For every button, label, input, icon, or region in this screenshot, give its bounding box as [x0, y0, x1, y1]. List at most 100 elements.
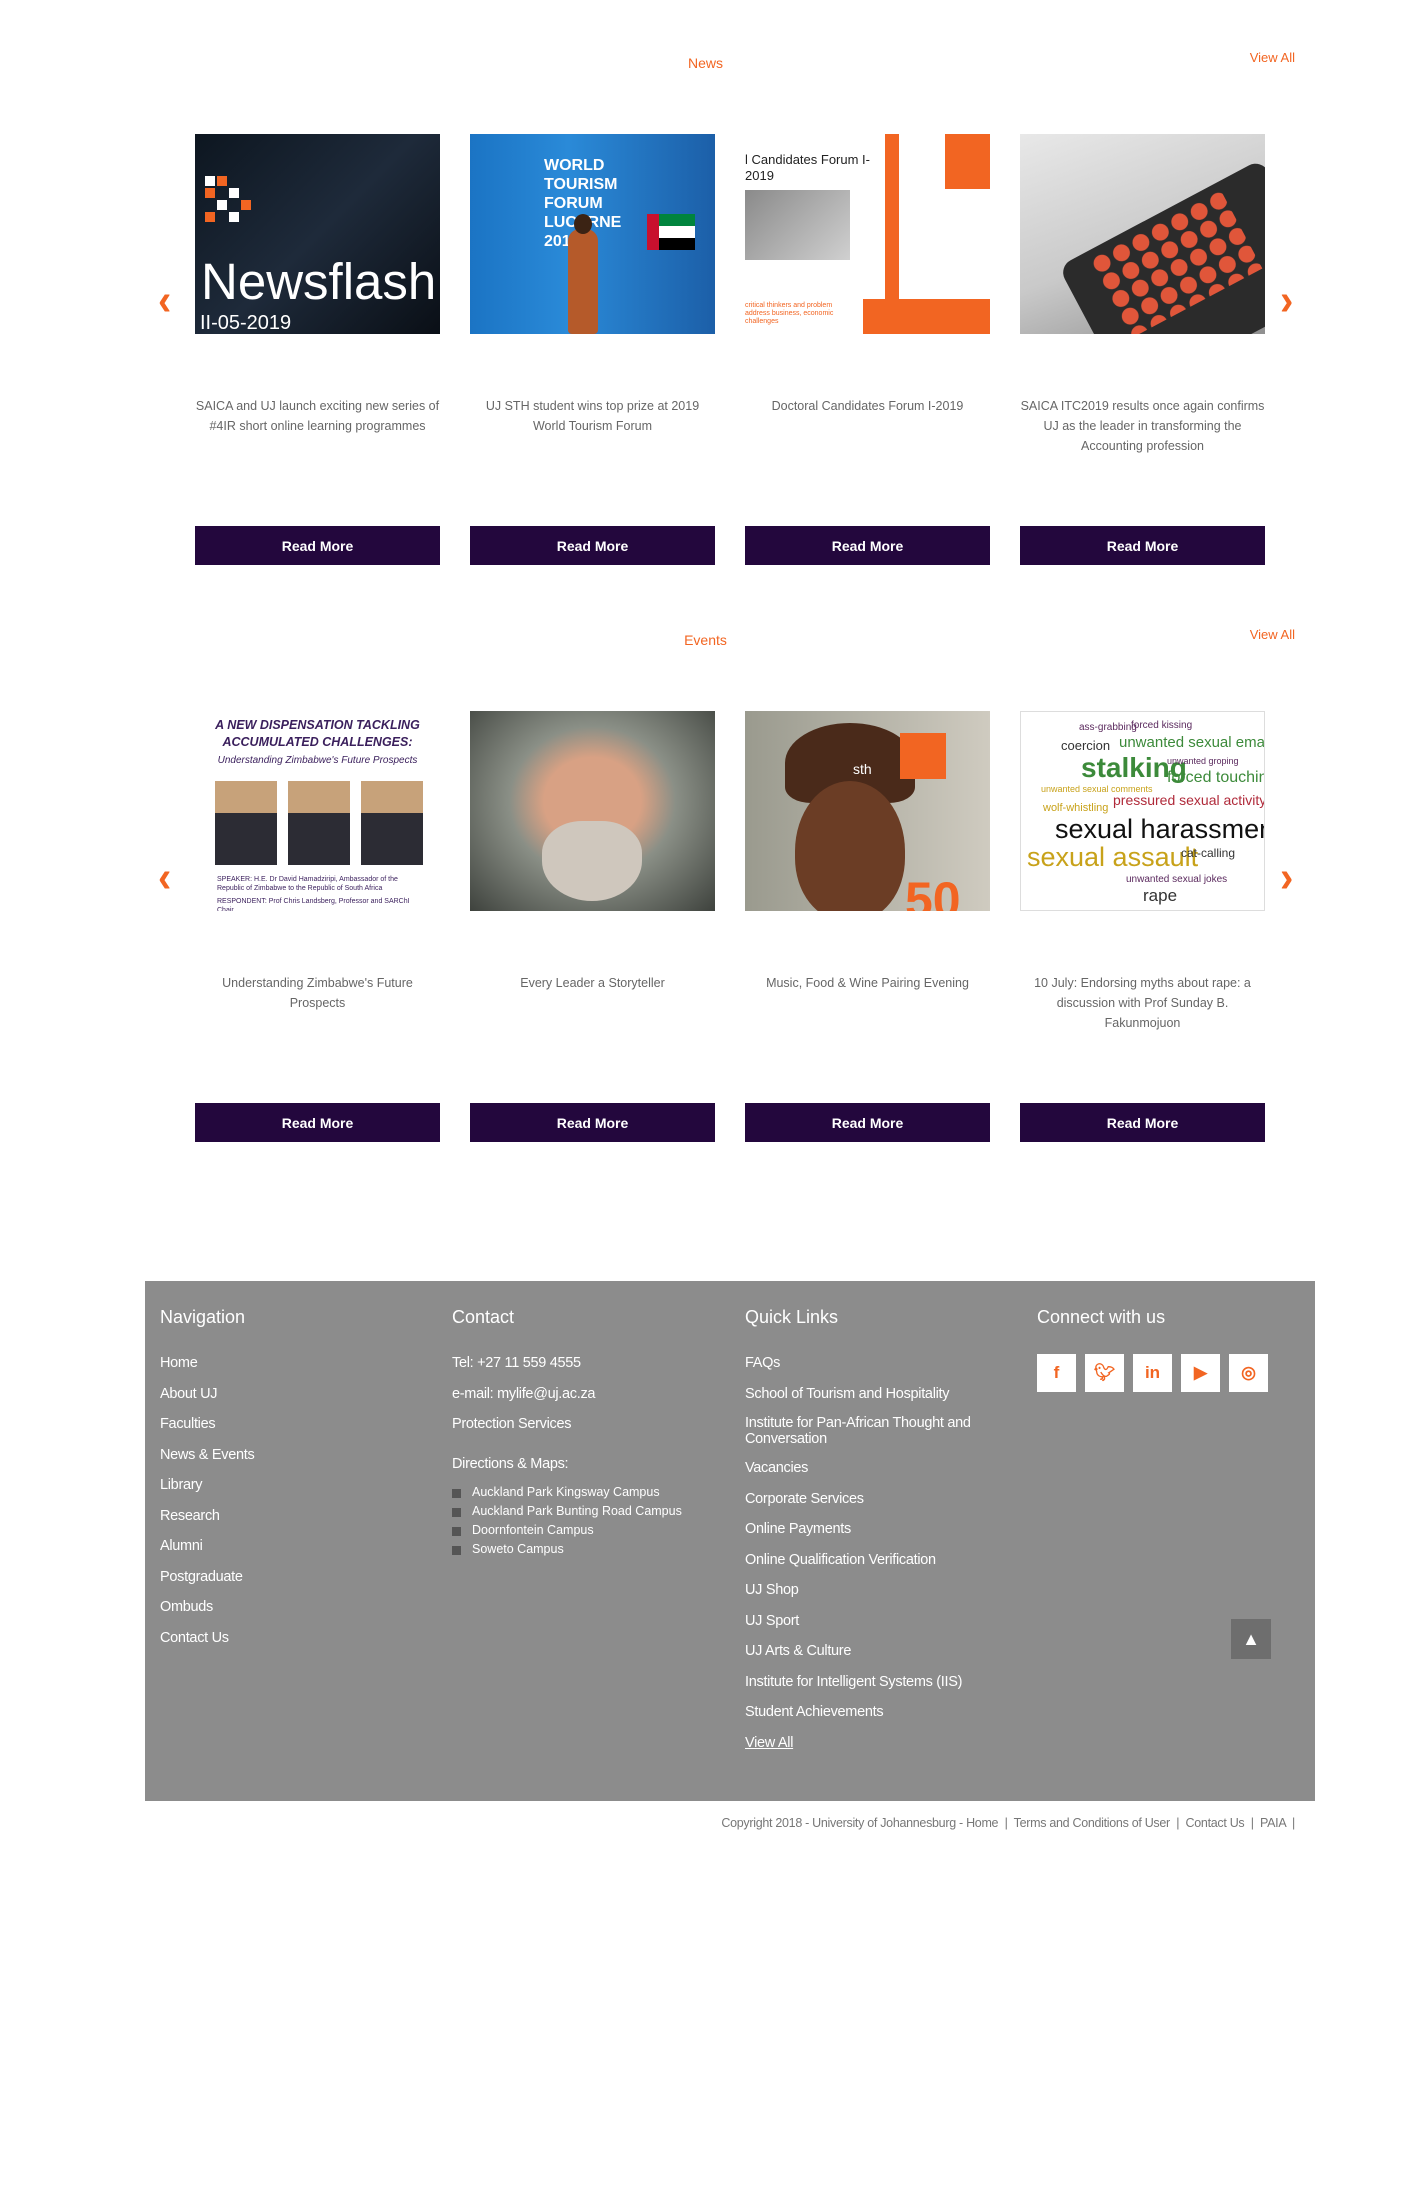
forum-image-small-text: critical thinkers and problem address bu… — [745, 302, 834, 325]
events-next-arrow-icon[interactable]: › — [1280, 855, 1293, 899]
site-footer: Navigation Home About UJ Faculties News … — [145, 1281, 1315, 1801]
footer-quick-links-title: Quick Links — [745, 1307, 839, 1327]
copyright-link-terms[interactable]: Terms and Conditions of User — [1014, 1816, 1171, 1830]
events-section-title: Events — [684, 632, 727, 648]
events-prev-arrow-icon[interactable]: ‹ — [158, 855, 171, 899]
event-caption[interactable]: Understanding Zimbabwe's Future Prospect… — [195, 973, 440, 1013]
footer-link-research[interactable]: Research — [160, 1507, 254, 1525]
doctoral-forum-image[interactable]: l Candidates Forum I-2019 critical think… — [745, 134, 990, 334]
tourism-forum-image[interactable]: WORLD TOURISM FORUM LUCERNE 2019 — [470, 134, 715, 334]
news-next-arrow-icon[interactable]: › — [1280, 278, 1293, 322]
quick-link[interactable]: Institute for Pan-African Thought and Co… — [745, 1415, 1005, 1447]
footer-link-contact[interactable]: Contact Us — [160, 1629, 254, 1647]
quick-link[interactable]: Online Payments — [745, 1520, 1005, 1538]
uj-logo-block — [900, 733, 946, 779]
read-more-button[interactable]: Read More — [1020, 1103, 1265, 1142]
footer-link-ombuds[interactable]: Ombuds — [160, 1598, 254, 1616]
twitter-icon[interactable]: 🐦︎ — [1085, 1354, 1124, 1392]
quick-link[interactable]: School of Tourism and Hospitality — [745, 1385, 1005, 1403]
footer-link-about[interactable]: About UJ — [160, 1385, 254, 1403]
event-card: ass-grabbing forced kissing coercion unw… — [1020, 711, 1265, 1142]
directions-maps-label: Directions & Maps: — [452, 1456, 569, 1472]
campus-link[interactable]: Auckland Park Kingsway Campus — [452, 1485, 682, 1499]
news-caption[interactable]: SAICA and UJ launch exciting new series … — [195, 396, 440, 436]
newsflash-date: II-05-2019 — [200, 312, 292, 334]
quick-link[interactable]: UJ Arts & Culture — [745, 1642, 1005, 1660]
quick-link[interactable]: Vacancies — [745, 1459, 1005, 1477]
youtube-icon[interactable]: ▶ — [1181, 1354, 1220, 1392]
event-caption[interactable]: Music, Food & Wine Pairing Evening — [745, 973, 990, 993]
read-more-button[interactable]: Read More — [470, 526, 715, 565]
read-more-button[interactable]: Read More — [1020, 526, 1265, 565]
event-card: sth 50 Music, Food & Wine Pairing Evenin… — [745, 711, 990, 1142]
cloud-word: sexual harassment — [1055, 814, 1265, 844]
copyright-link-paia[interactable]: PAIA — [1260, 1816, 1286, 1830]
campus-link[interactable]: Doornfontein Campus — [452, 1523, 682, 1537]
contact-tel[interactable]: Tel: +27 11 559 4555 — [452, 1354, 682, 1372]
zim-image-subheading: Understanding Zimbabwe's Future Prospect… — [217, 755, 418, 766]
cloud-word: sexual assault — [1027, 842, 1199, 872]
quick-link[interactable]: Online Qualification Verification — [745, 1551, 1005, 1569]
copyright-link-contact[interactable]: Contact Us — [1186, 1816, 1245, 1830]
footer-link-faculties[interactable]: Faculties — [160, 1415, 254, 1433]
campus-link[interactable]: Auckland Park Bunting Road Campus — [452, 1504, 682, 1518]
news-prev-arrow-icon[interactable]: ‹ — [158, 278, 171, 322]
music-food-wine-image[interactable]: sth 50 — [745, 711, 990, 911]
quick-link[interactable]: FAQs — [745, 1354, 1005, 1372]
zim-image-respondent: RESPONDENT: Prof Chris Landsberg, Profes… — [217, 898, 410, 911]
cloud-word: coercion — [1061, 738, 1111, 753]
storyteller-portrait-image[interactable] — [470, 711, 715, 911]
cloud-word: unwanted groping — [1167, 756, 1239, 766]
campus-link[interactable]: Soweto Campus — [452, 1542, 682, 1556]
events-view-all-link[interactable]: View All — [1250, 627, 1295, 642]
quick-link[interactable]: Corporate Services — [745, 1490, 1005, 1508]
footer-navigation: Navigation Home About UJ Faculties News … — [160, 1307, 255, 1659]
news-caption[interactable]: Doctoral Candidates Forum I-2019 — [745, 396, 990, 416]
footer-connect-title: Connect with us — [1037, 1307, 1166, 1327]
facebook-icon[interactable]: f — [1037, 1354, 1076, 1392]
footer-link-home[interactable]: Home — [160, 1354, 254, 1372]
instagram-icon[interactable]: ◎ — [1229, 1354, 1268, 1392]
event-caption[interactable]: 10 July: Endorsing myths about rape: a d… — [1020, 973, 1265, 1033]
contact-email[interactable]: e-mail: mylife@uj.ac.za — [452, 1385, 682, 1403]
read-more-button[interactable]: Read More — [745, 526, 990, 565]
back-to-top-button[interactable]: ▲ — [1231, 1619, 1271, 1659]
event-caption[interactable]: Every Leader a Storyteller — [470, 973, 715, 993]
news-caption[interactable]: SAICA ITC2019 results once again confirm… — [1020, 396, 1265, 456]
event-card: A NEW DISPENSATION TACKLING ACCUMULATED … — [195, 711, 440, 1142]
footer-link-postgraduate[interactable]: Postgraduate — [160, 1568, 254, 1586]
newsflash-word: Newsflash — [201, 253, 437, 310]
quick-link[interactable]: Institute for Intelligent Systems (IIS) — [745, 1673, 1005, 1691]
newsflash-image[interactable]: Newsflash II-05-2019 — [195, 134, 440, 334]
quick-link[interactable]: UJ Sport — [745, 1612, 1005, 1630]
footer-link-news-events[interactable]: News & Events — [160, 1446, 255, 1464]
quick-link[interactable]: UJ Shop — [745, 1581, 1005, 1599]
copyright-link-home[interactable]: Home — [966, 1816, 998, 1830]
social-icons: f 🐦︎ in ▶ ◎ — [1037, 1354, 1268, 1392]
footer-link-library[interactable]: Library — [160, 1476, 254, 1494]
campus-list: Auckland Park Kingsway Campus Auckland P… — [452, 1485, 682, 1556]
footer-quick-links: Quick Links FAQs School of Tourism and H… — [745, 1307, 1005, 1764]
footer-contact-title: Contact — [452, 1307, 515, 1327]
read-more-button[interactable]: Read More — [745, 1103, 990, 1142]
zim-image-speaker: SPEAKER: H.E. Dr David Hamadziripi, Amba… — [217, 876, 398, 892]
calculator-image[interactable] — [1020, 134, 1265, 334]
linkedin-icon[interactable]: in — [1133, 1354, 1172, 1392]
sth-logo-text: sth — [853, 761, 872, 777]
copyright-text: Copyright 2018 - University of Johannesb… — [721, 1816, 967, 1830]
word-cloud-image[interactable]: ass-grabbing forced kissing coercion unw… — [1020, 711, 1265, 911]
footer-link-alumni[interactable]: Alumni — [160, 1537, 254, 1555]
cloud-word: cat-calling — [1181, 846, 1236, 860]
quick-link[interactable]: Student Achievements — [745, 1703, 1005, 1721]
footer-contact: Contact Tel: +27 11 559 4555 e-mail: myl… — [452, 1307, 682, 1561]
cloud-word: rape — [1143, 886, 1178, 905]
quick-links-view-all[interactable]: View All — [745, 1734, 1005, 1752]
news-caption[interactable]: UJ STH student wins top prize at 2019 Wo… — [470, 396, 715, 436]
read-more-button[interactable]: Read More — [195, 526, 440, 565]
zimbabwe-event-image[interactable]: A NEW DISPENSATION TACKLING ACCUMULATED … — [195, 711, 440, 911]
contact-protection-services[interactable]: Protection Services — [452, 1415, 682, 1433]
read-more-button[interactable]: Read More — [470, 1103, 715, 1142]
read-more-button[interactable]: Read More — [195, 1103, 440, 1142]
cloud-word: forced kissing — [1131, 720, 1193, 731]
news-view-all-link[interactable]: View All — [1250, 50, 1295, 65]
